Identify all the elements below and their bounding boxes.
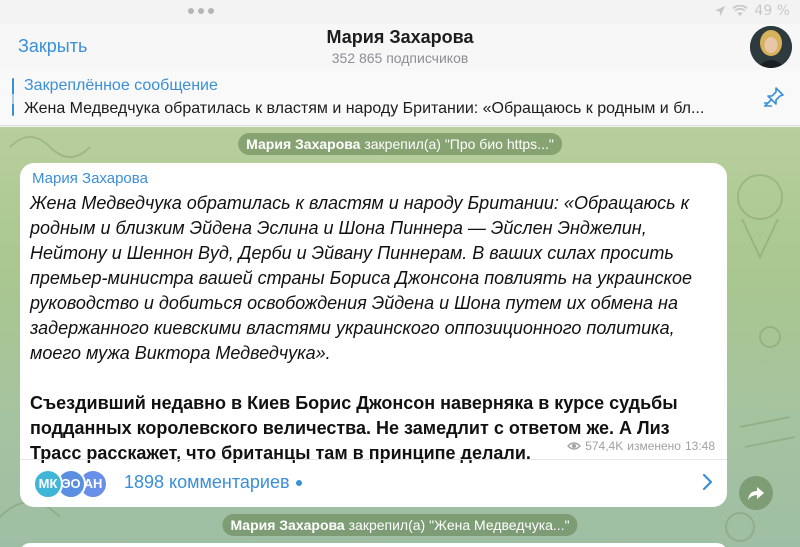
pinned-text: Жена Медведчука обратилась к властям и н…	[24, 100, 705, 117]
multitasking-dots[interactable]	[188, 8, 214, 14]
pinned-message-bar[interactable]: Закреплённое сообщение Жена Медведчука о…	[0, 70, 800, 126]
status-bar: 49 %	[0, 0, 800, 24]
chevron-right-icon	[702, 473, 713, 491]
unread-dot-icon	[295, 480, 302, 487]
service-message-pinned-2: Мария Захарова закрепил(а) "Жена Медведч…	[222, 514, 578, 536]
edited-label: изменено	[627, 439, 681, 453]
views-count: 574,4K	[585, 439, 624, 453]
pinned-title: Закреплённое сообщение	[24, 77, 218, 94]
views-eye-icon	[567, 442, 582, 450]
location-icon	[715, 6, 726, 16]
chat-header: Закрыть Мария Захарова 352 865 подписчик…	[0, 24, 800, 70]
message-body: Жена Медведчука обратилась к властям и н…	[30, 191, 720, 466]
service-text: закрепил(а) "Жена Медведчука..."	[344, 517, 570, 533]
message-paragraph-bold: Съездивший недавно в Киев Борис Джонсон …	[30, 393, 678, 463]
service-text: закрепил(а) "Про био https..."	[360, 136, 554, 152]
next-message-bubble[interactable]	[20, 543, 727, 547]
message-author[interactable]: Мария Захарова	[32, 170, 148, 187]
service-message-pinned: Мария Захарова закрепил(а) "Про био http…	[238, 133, 562, 155]
share-button[interactable]	[739, 476, 773, 510]
wifi-icon	[732, 5, 749, 16]
commenter-avatar: МК	[33, 469, 63, 499]
service-author: Мария Захарова	[246, 136, 361, 152]
service-author: Мария Захарова	[230, 517, 345, 533]
channel-title[interactable]: Мария Захарова	[0, 27, 800, 48]
status-right: 49 %	[714, 3, 790, 19]
comments-count: 1898 комментариев	[124, 472, 302, 493]
message-meta: 574,4K изменено 13:48	[567, 439, 715, 453]
subscriber-count: 352 865 подписчиков	[331, 50, 469, 66]
avatar-photo-icon	[750, 26, 792, 68]
share-arrow-icon	[748, 487, 764, 500]
battery-percent: 49 %	[754, 3, 790, 19]
chat-area[interactable]: Мария Захарова закрепил(а) "Про био http…	[0, 127, 800, 547]
comments-button[interactable]: АН ЭО МК 1898 комментариев	[20, 460, 727, 507]
message-time: 13:48	[684, 439, 715, 453]
message-paragraph-italic: Жена Медведчука обратилась к властям и н…	[30, 193, 693, 363]
pinned-list-icon[interactable]	[762, 86, 786, 108]
pinned-indicator	[12, 78, 14, 116]
channel-avatar[interactable]	[750, 26, 792, 68]
message-bubble[interactable]: Мария Захарова Жена Медведчука обратилас…	[20, 163, 727, 507]
